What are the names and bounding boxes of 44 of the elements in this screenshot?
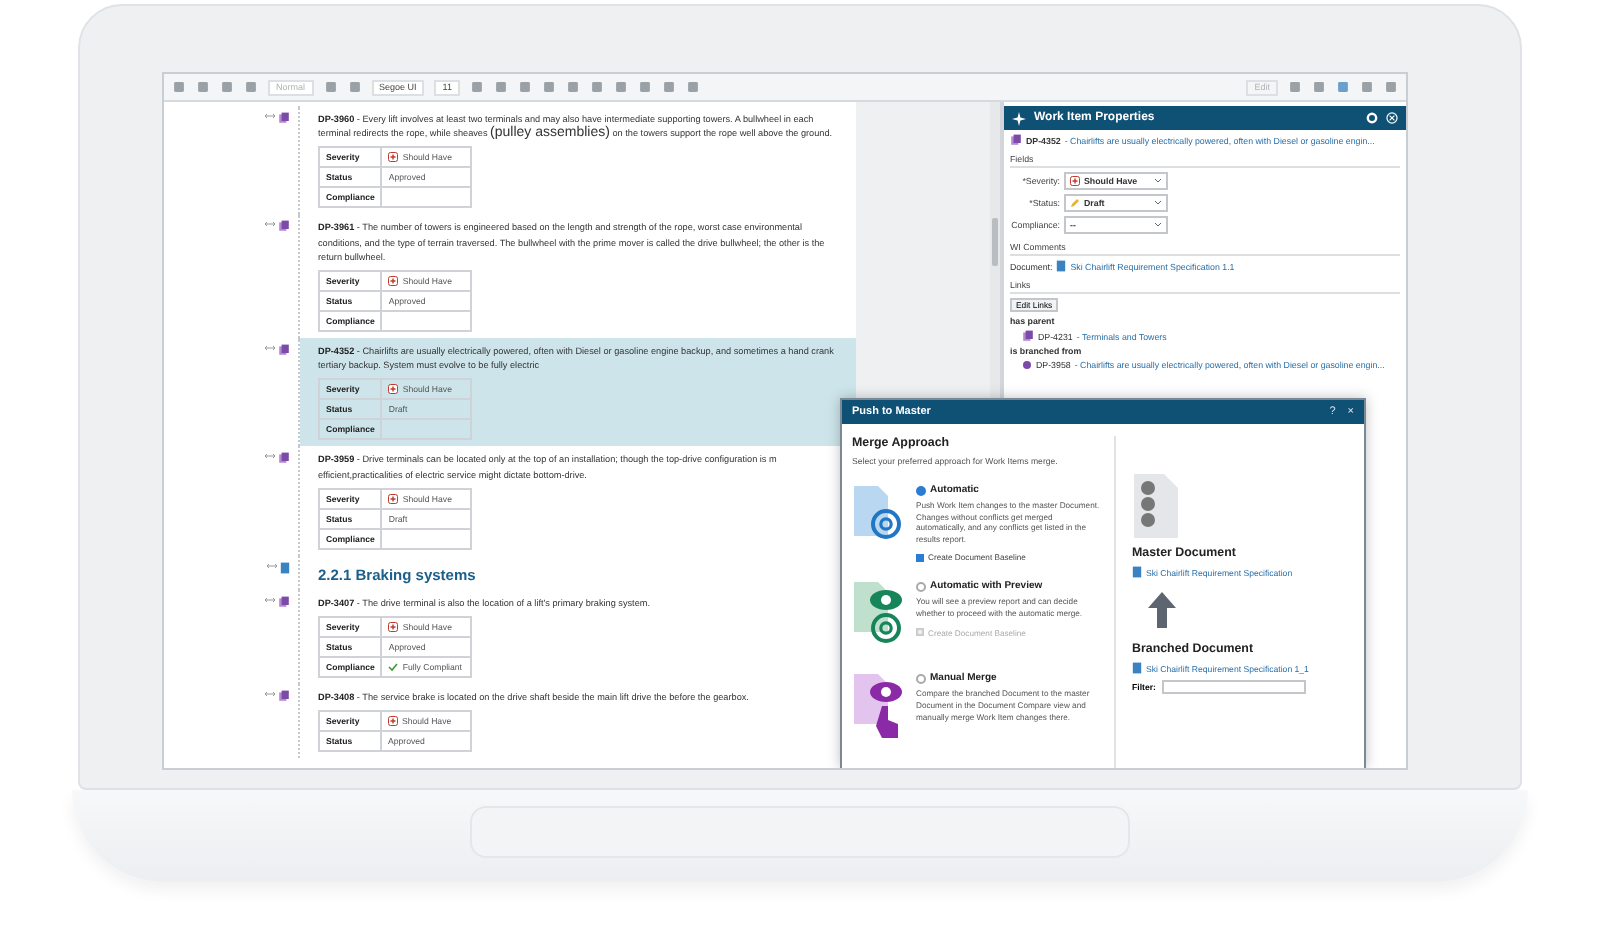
severity-icon [388, 152, 399, 163]
master-document-icon [1132, 472, 1180, 540]
work-item-icon [278, 344, 290, 357]
link-arrows-icon [264, 452, 276, 461]
branch-icon [1022, 360, 1032, 370]
work-item-icon [1010, 134, 1022, 146]
radio-button[interactable] [916, 485, 926, 495]
parent-item-icon [1022, 330, 1034, 342]
work-item-icon [278, 595, 290, 608]
radio-button[interactable] [916, 581, 926, 592]
eye-hand-icon [852, 670, 906, 739]
severity-icon [1070, 176, 1080, 186]
field-value-cell [381, 311, 472, 332]
document-icon [1056, 260, 1067, 272]
severity-icon [388, 384, 399, 395]
filter-field[interactable] [1161, 680, 1306, 694]
link-arrows-icon [264, 690, 276, 699]
field-value-cell [381, 528, 472, 549]
selected-item-highlight[interactable] [300, 338, 856, 447]
up-arrow-icon [1148, 592, 1176, 628]
document-icon [280, 561, 290, 574]
document-icon [1132, 662, 1142, 674]
link-arrows-icon [264, 344, 276, 353]
document-icon [1132, 566, 1142, 578]
radio-button[interactable] [916, 673, 926, 684]
link-arrows-icon [264, 220, 276, 229]
severity-icon [388, 493, 399, 504]
severity-icon [388, 622, 399, 633]
close-icon[interactable] [1386, 112, 1398, 124]
work-item-icon [278, 112, 290, 124]
severity-icon [388, 276, 399, 287]
link-arrows-icon [266, 561, 278, 570]
work-item-icon [278, 690, 290, 703]
field-value-cell [381, 187, 472, 208]
work-item-icon [278, 452, 290, 465]
severity-icon [388, 716, 398, 727]
link-arrows-icon [264, 595, 276, 604]
pencil-icon [1070, 198, 1080, 208]
settings-icon[interactable] [1366, 112, 1378, 124]
check-icon [388, 662, 399, 673]
sparkle-icon [1012, 111, 1026, 125]
eye-sync-icon [852, 578, 906, 647]
work-item-icon [278, 220, 290, 233]
link-arrows-icon [264, 112, 276, 120]
